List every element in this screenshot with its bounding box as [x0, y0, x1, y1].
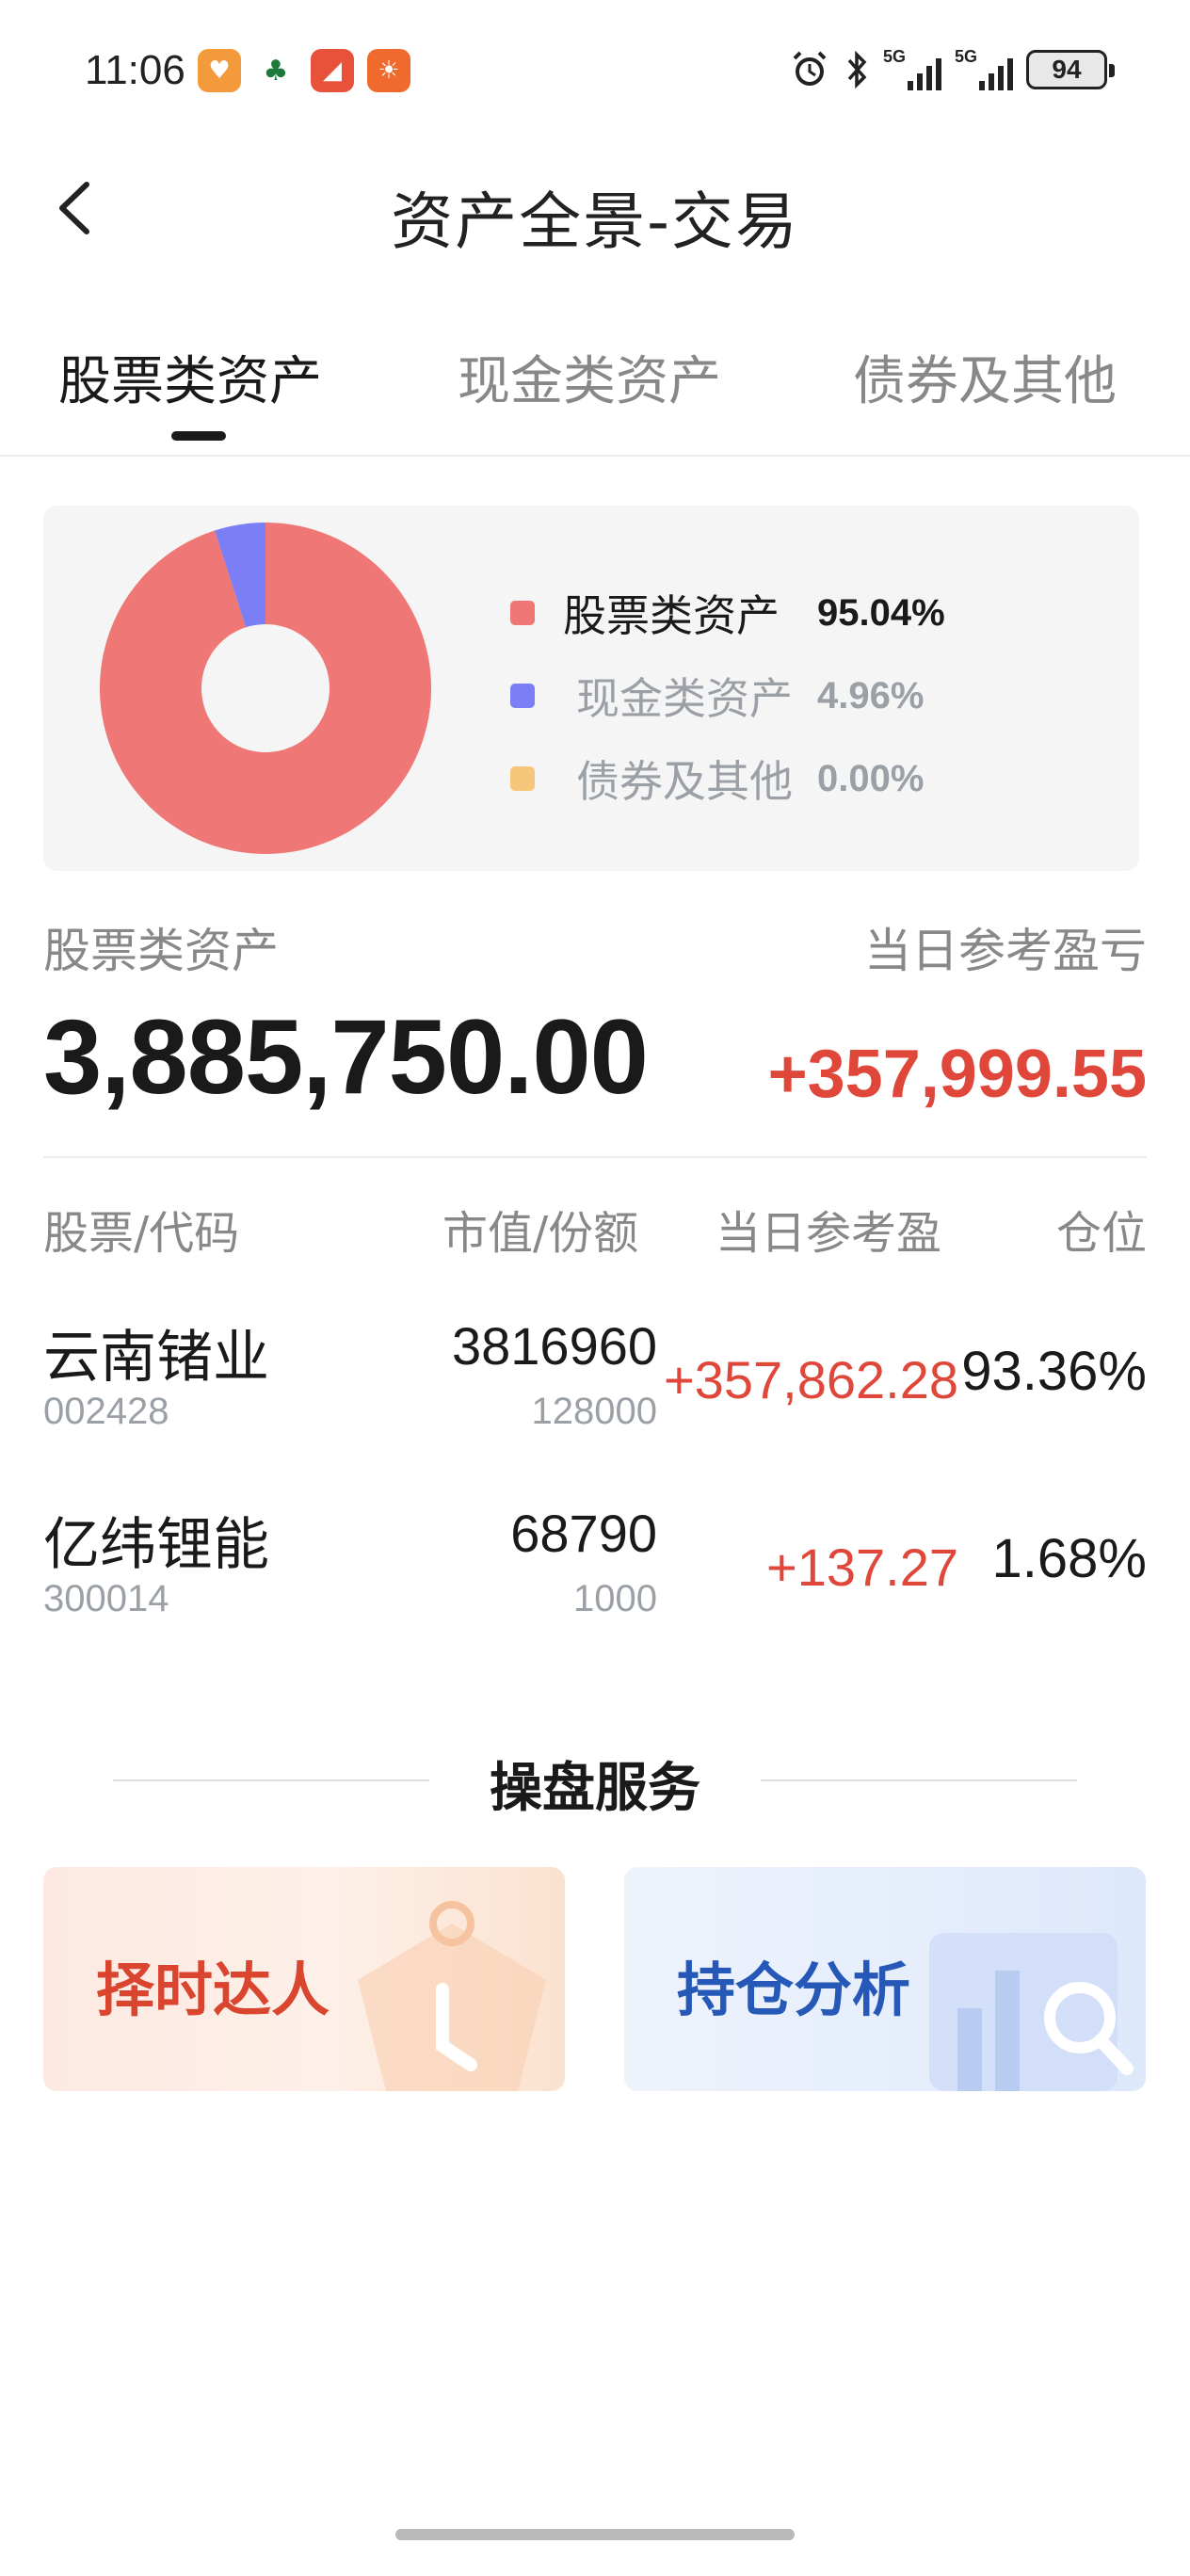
timing-expert-label: 择时达人 — [96, 1956, 330, 2024]
daily-pl: +357,862.28 — [664, 1350, 958, 1409]
leaf-app-icon: ♣ — [254, 49, 298, 92]
stock-code: 002428 — [43, 1391, 169, 1432]
service-title: 操盘服务 — [490, 1758, 700, 1819]
signal-2-icon: 5G — [955, 47, 1013, 92]
timing-expert-card[interactable]: 择时达人 — [43, 1867, 565, 2091]
legend-swatch — [510, 766, 535, 791]
chart-legend: 股票类资产 95.04% 现金类资产 4.96% 债券及其他 0.00% — [510, 572, 945, 820]
legend-swatch — [510, 601, 535, 625]
stock-name: 亿纬锂能 — [43, 1512, 269, 1578]
tab-cash-assets[interactable]: 现金类资产 — [458, 339, 721, 415]
header-daily-pl: 当日参考盈 — [716, 1207, 942, 1260]
divider — [43, 1156, 1147, 1158]
shares: 1000 — [573, 1578, 657, 1619]
legend-item: 债券及其他 0.00% — [510, 737, 945, 820]
legend-item: 现金类资产 4.96% — [510, 654, 945, 737]
table-row[interactable]: 亿纬锂能 300014 68790 1000 +137.27 1.68% — [43, 1499, 1147, 1650]
signal-1-icon: 5G — [883, 47, 941, 92]
alarm-icon — [793, 51, 827, 86]
bluetooth-icon — [847, 50, 867, 89]
holdings-table-header: 股票/代码 市值/份额 当日参考盈 仓位 — [43, 1196, 1147, 1262]
service-section-header: 操盘服务 — [113, 1742, 1077, 1819]
header-position: 仓位 — [1055, 1207, 1147, 1260]
header-stock-code: 股票/代码 — [43, 1207, 240, 1260]
tab-bonds-other[interactable]: 债券及其他 — [853, 339, 1117, 415]
home-indicator[interactable] — [395, 2529, 795, 2540]
tab-bar: 股票类资产 现金类资产 债券及其他 — [0, 320, 1190, 457]
status-bar: 11:06 ♥ ♣ ◢ ☀ 5G 5G 94 — [0, 0, 1190, 141]
chart-search-icon — [929, 1933, 1134, 2091]
page-title: 资产全景-交易 — [391, 185, 799, 258]
stock-assets-value: 3,885,750.00 — [43, 998, 649, 1116]
legend-label: 债券及其他 — [576, 756, 793, 807]
clock-tag-icon — [358, 1901, 546, 2091]
active-tab-indicator — [171, 431, 226, 441]
stock-summary: 股票类资产 当日参考盈亏 3,885,750.00 +357,999.55 — [43, 913, 1147, 1158]
header: 资产全景-交易 — [0, 151, 1190, 264]
sun-app-icon: ☀ — [367, 49, 410, 92]
legend-swatch — [510, 684, 535, 708]
allocation-donut-chart — [100, 523, 432, 854]
legend-label: 现金类资产 — [576, 673, 793, 724]
heart-app-icon: ♥ — [198, 49, 241, 92]
stock-name: 云南锗业 — [43, 1325, 269, 1391]
status-time: 11:06 — [85, 47, 185, 93]
daily-pl-value: +357,999.55 — [767, 1037, 1147, 1112]
position-analysis-card[interactable]: 持仓分析 — [624, 1867, 1146, 2091]
market-value: 68790 — [510, 1504, 657, 1563]
legend-value: 95.04% — [817, 591, 945, 634]
sail-app-icon: ◢ — [311, 49, 354, 92]
position-analysis-label: 持仓分析 — [677, 1956, 911, 2024]
legend-label: 股票类资产 — [563, 590, 780, 641]
stock-assets-label: 股票类资产 — [43, 924, 279, 978]
daily-pl-label: 当日参考盈亏 — [864, 924, 1147, 978]
daily-pl: +137.27 — [766, 1538, 958, 1597]
shares: 128000 — [531, 1391, 657, 1432]
legend-value: 0.00% — [817, 757, 925, 799]
battery-icon: 94 — [1026, 50, 1115, 89]
header-market-value: 市值/份额 — [442, 1207, 639, 1260]
status-right: 5G 5G 94 — [789, 47, 1115, 92]
notification-icons: ♥ ♣ ◢ ☀ — [198, 49, 410, 92]
legend-item: 股票类资产 95.04% — [510, 572, 945, 654]
market-value: 3816960 — [451, 1316, 657, 1376]
legend-value: 4.96% — [817, 674, 925, 716]
battery-level: 94 — [1052, 55, 1082, 84]
tab-stock-assets[interactable]: 股票类资产 — [58, 339, 322, 415]
position-percent: 1.68% — [991, 1528, 1147, 1589]
asset-allocation-card: 股票类资产 95.04% 现金类资产 4.96% 债券及其他 0.00% — [43, 506, 1139, 871]
stock-code: 300014 — [43, 1578, 169, 1619]
position-percent: 93.36% — [961, 1341, 1147, 1402]
table-row[interactable]: 云南锗业 002428 3816960 128000 +357,862.28 9… — [43, 1312, 1147, 1462]
